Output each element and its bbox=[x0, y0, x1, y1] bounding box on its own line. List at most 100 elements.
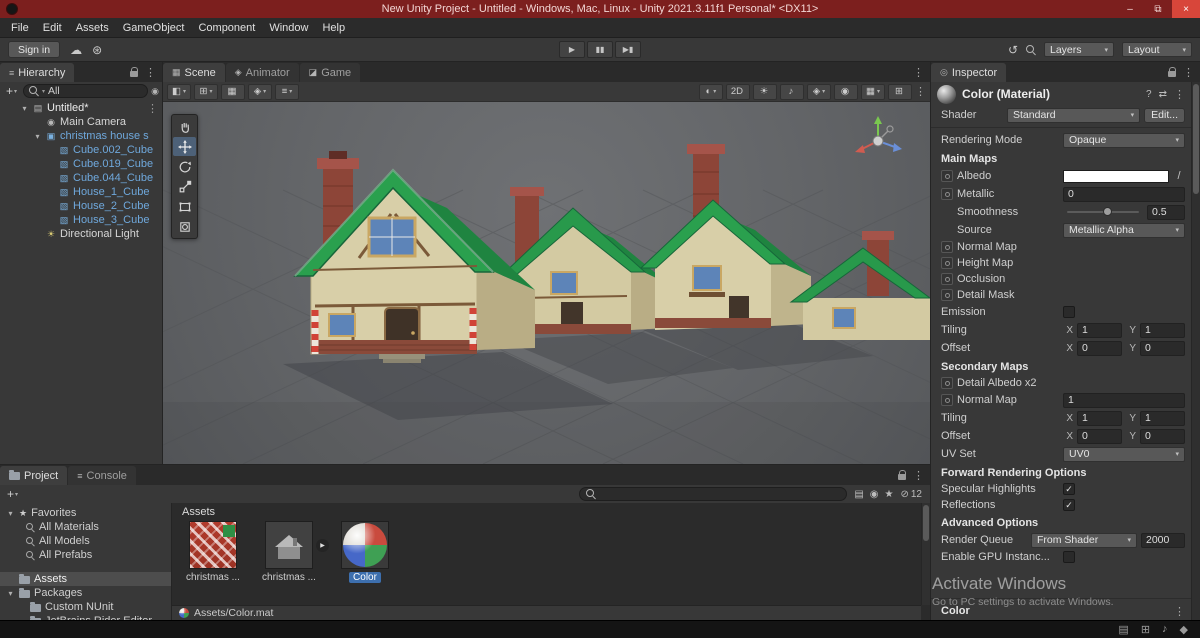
minimize-button[interactable]: – bbox=[1116, 0, 1144, 18]
rotate-tool-button[interactable] bbox=[173, 157, 196, 176]
offset-x-field[interactable]: 0 bbox=[1077, 340, 1122, 356]
menu-item[interactable]: Assets bbox=[69, 22, 116, 34]
menu-item[interactable]: Help bbox=[315, 22, 352, 34]
secondary-tiling-x-field[interactable]: 1 bbox=[1077, 410, 1122, 426]
sign-in-button[interactable]: Sign in bbox=[8, 41, 61, 58]
detail-albedo-texture-slot[interactable] bbox=[941, 377, 953, 389]
smoothness-slider[interactable] bbox=[1067, 207, 1139, 216]
transform-tool-button[interactable] bbox=[173, 217, 196, 236]
view-tab[interactable]: ◪ Game bbox=[299, 63, 361, 82]
hierarchy-item[interactable]: ▧ House_2_Cube bbox=[0, 199, 162, 213]
render-queue-dropdown[interactable]: From Shader bbox=[1031, 532, 1137, 548]
scene-view-option-button[interactable]: ☀ bbox=[753, 83, 777, 100]
services-icon[interactable]: ⊛ bbox=[92, 44, 102, 56]
asset-color-material[interactable]: Color bbox=[336, 521, 394, 583]
hierarchy-item[interactable]: ▧ Cube.019_Cube bbox=[0, 157, 162, 171]
uv-set-dropdown[interactable]: UV0 bbox=[1063, 446, 1185, 462]
status-icon[interactable]: ♪ bbox=[1162, 623, 1168, 636]
scene-view-option-button[interactable]: ▦ ▾ bbox=[861, 83, 885, 100]
scene-tool-button[interactable]: ▦ bbox=[221, 83, 245, 100]
view-tab[interactable]: ◈ Animator bbox=[225, 63, 299, 82]
inspector-scrollbar[interactable] bbox=[1191, 82, 1200, 620]
view-tool-button[interactable] bbox=[173, 117, 196, 136]
help-icon[interactable]: ? bbox=[1146, 89, 1152, 100]
step-button[interactable]: ▶▮ bbox=[615, 41, 641, 58]
preview-more-icon[interactable] bbox=[1174, 605, 1185, 618]
scene-picker-icon[interactable]: ◉ bbox=[151, 86, 159, 97]
gpu-instancing-checkbox[interactable] bbox=[1063, 551, 1075, 563]
scene-tool-button[interactable]: ⊞ ▾ bbox=[194, 83, 218, 100]
metallic-field[interactable]: 0 bbox=[1063, 186, 1185, 202]
lock-icon[interactable] bbox=[898, 469, 906, 480]
favorites-item[interactable]: All Materials bbox=[0, 520, 171, 534]
tiling-y-field[interactable]: 1 bbox=[1140, 322, 1185, 338]
hierarchy-item[interactable]: ▧ Cube.002_Cube bbox=[0, 143, 162, 157]
source-dropdown[interactable]: Metallic Alpha bbox=[1063, 222, 1185, 238]
layout-dropdown[interactable]: Layout bbox=[1122, 42, 1192, 57]
height-map-texture-slot[interactable] bbox=[941, 257, 953, 269]
offset-y-field[interactable]: 0 bbox=[1140, 340, 1185, 356]
layers-dropdown[interactable]: Layers bbox=[1044, 42, 1114, 57]
assets-scrollbar[interactable] bbox=[921, 503, 930, 605]
menu-item[interactable]: GameObject bbox=[116, 22, 192, 34]
expand-asset-icon[interactable] bbox=[316, 539, 329, 552]
metallic-texture-slot[interactable] bbox=[941, 188, 953, 200]
asset-christmas-texture[interactable]: christmas ... bbox=[184, 521, 242, 583]
expand-arrow-icon[interactable] bbox=[6, 509, 15, 518]
specular-highlights-checkbox[interactable]: ✓ bbox=[1063, 483, 1075, 495]
rect-tool-button[interactable] bbox=[173, 197, 196, 216]
play-button[interactable]: ▶ bbox=[559, 41, 585, 58]
secondary-offset-y-field[interactable]: 0 bbox=[1140, 428, 1185, 444]
detail-mask-texture-slot[interactable] bbox=[941, 289, 953, 301]
material-preview-header[interactable]: Color bbox=[931, 602, 1191, 620]
move-tool-button[interactable] bbox=[173, 137, 196, 156]
secondary-normal-texture-slot[interactable] bbox=[941, 394, 953, 406]
favorites-item[interactable]: All Prefabs bbox=[0, 548, 171, 562]
expand-arrow-icon[interactable]: ▾ bbox=[20, 104, 29, 113]
more-menu-icon[interactable] bbox=[145, 66, 156, 79]
emission-checkbox[interactable] bbox=[1063, 306, 1075, 318]
edit-shader-button[interactable]: Edit... bbox=[1144, 107, 1185, 123]
menu-item[interactable]: Edit bbox=[36, 22, 69, 34]
more-menu-icon[interactable] bbox=[913, 66, 924, 79]
assets-folder-item[interactable]: Assets bbox=[0, 572, 171, 586]
view-tab[interactable]: ▦ Scene bbox=[163, 63, 225, 82]
scene-view-option-button[interactable]: ♪ bbox=[780, 83, 804, 100]
package-item[interactable]: Custom NUnit bbox=[0, 600, 171, 614]
maximize-button[interactable]: ⧉ bbox=[1144, 0, 1172, 18]
shader-dropdown[interactable]: Standard bbox=[1007, 107, 1141, 123]
hierarchy-search-input[interactable]: ▾ All bbox=[23, 84, 149, 98]
scene-orientation-gizmo[interactable] bbox=[852, 114, 904, 166]
search-icon[interactable] bbox=[1026, 44, 1036, 55]
eyedropper-icon[interactable]: / bbox=[1173, 170, 1185, 182]
scene-view-option-button[interactable]: ◉ bbox=[834, 83, 858, 100]
close-button[interactable]: × bbox=[1172, 0, 1200, 18]
packages-section[interactable]: Packages bbox=[0, 586, 171, 600]
hierarchy-item[interactable]: ▧ House_3_Cube bbox=[0, 213, 162, 227]
secondary-normal-field[interactable]: 1 bbox=[1063, 392, 1185, 408]
expand-arrow-icon[interactable] bbox=[6, 589, 15, 598]
more-menu-icon[interactable] bbox=[913, 469, 924, 482]
hidden-packages-indicator[interactable]: ⊘ 12 bbox=[900, 489, 926, 500]
cloud-icon[interactable]: ☁ bbox=[70, 44, 82, 56]
albedo-texture-slot[interactable] bbox=[941, 170, 953, 182]
scene-tool-button[interactable]: ◈ ▾ bbox=[248, 83, 272, 100]
normal-map-texture-slot[interactable] bbox=[941, 241, 953, 253]
hierarchy-item[interactable]: ▧ House_1_Cube bbox=[0, 185, 162, 199]
rendering-mode-dropdown[interactable]: Opaque bbox=[1063, 132, 1185, 148]
smoothness-field[interactable]: 0.5 bbox=[1147, 204, 1185, 220]
status-icon[interactable]: ▤ bbox=[1118, 623, 1128, 636]
project-toolbar-icon[interactable]: ▤ bbox=[851, 489, 866, 500]
scene-view-option-button[interactable]: ⊞ bbox=[888, 83, 912, 100]
expand-arrow-icon[interactable]: ▾ bbox=[33, 132, 42, 141]
secondary-tiling-y-field[interactable]: 1 bbox=[1140, 410, 1185, 426]
status-icon[interactable]: ⊞ bbox=[1141, 623, 1150, 636]
tab-inspector[interactable]: ◎ Inspector bbox=[931, 63, 1007, 82]
tab-project[interactable]: Project bbox=[0, 466, 68, 485]
menu-item[interactable]: Component bbox=[191, 22, 262, 34]
project-toolbar-icon[interactable]: ★ bbox=[882, 489, 897, 500]
favorites-section[interactable]: Favorites bbox=[0, 506, 171, 520]
asset-christmas-model[interactable]: christmas ... bbox=[260, 521, 329, 583]
hierarchy-item[interactable]: ◉ Main Camera bbox=[0, 115, 162, 129]
secondary-offset-x-field[interactable]: 0 bbox=[1077, 428, 1122, 444]
